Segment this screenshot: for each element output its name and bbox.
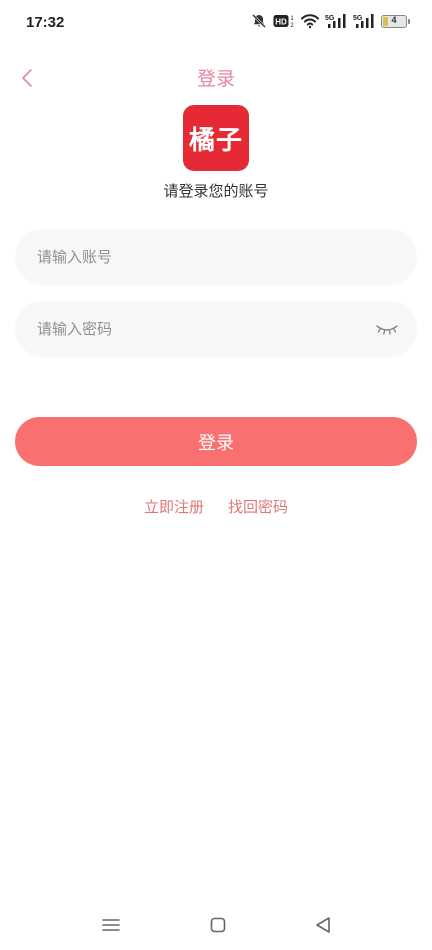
svg-text:HD: HD xyxy=(275,18,287,27)
hd-icon: HD 1 2 xyxy=(273,13,295,29)
nav-back-button[interactable] xyxy=(308,910,338,940)
system-nav-bar xyxy=(0,906,432,942)
password-field xyxy=(15,301,417,357)
battery-icon: 4 xyxy=(381,14,410,28)
status-time: 17:32 xyxy=(26,14,65,31)
page-title: 登录 xyxy=(196,68,235,90)
password-visibility-toggle[interactable] xyxy=(375,319,399,339)
status-icons: HD 1 2 5G 5G 4 xyxy=(251,13,410,29)
battery-level: 4 xyxy=(391,14,397,25)
svg-text:5G: 5G xyxy=(353,15,363,22)
svg-text:5G: 5G xyxy=(325,15,335,22)
auth-links: 立即注册 找回密码 xyxy=(0,496,432,517)
account-field xyxy=(15,229,417,285)
signal-5g-icon-2: 5G xyxy=(353,13,375,29)
password-input[interactable] xyxy=(15,301,377,357)
signal-5g-icon: 5G xyxy=(325,13,347,29)
login-button[interactable]: 登录 xyxy=(15,417,417,466)
bell-off-icon xyxy=(251,13,267,29)
menu-icon xyxy=(102,919,120,931)
login-subtitle: 请登录您的账号 xyxy=(163,182,269,200)
forgot-password-link[interactable]: 找回密码 xyxy=(228,496,288,517)
account-input[interactable] xyxy=(15,229,377,285)
register-link[interactable]: 立即注册 xyxy=(144,496,204,517)
back-triangle-icon xyxy=(316,917,330,933)
eye-closed-icon xyxy=(376,325,398,335)
status-bar: 17:32 HD 1 2 5G 5G 4 xyxy=(0,0,432,46)
svg-text:2: 2 xyxy=(290,23,294,29)
nav-menu-button[interactable] xyxy=(96,910,126,940)
app-logo: 橘子 xyxy=(183,105,249,171)
svg-text:1: 1 xyxy=(290,16,294,22)
wifi-icon xyxy=(301,13,319,29)
login-screen: 17:32 HD 1 2 5G 5G 4 登录 橘子 请登录您的账号 请输入账号… xyxy=(0,0,432,950)
home-square-icon xyxy=(210,917,226,933)
nav-home-button[interactable] xyxy=(203,910,233,940)
app-logo-text: 橘子 xyxy=(188,125,243,156)
